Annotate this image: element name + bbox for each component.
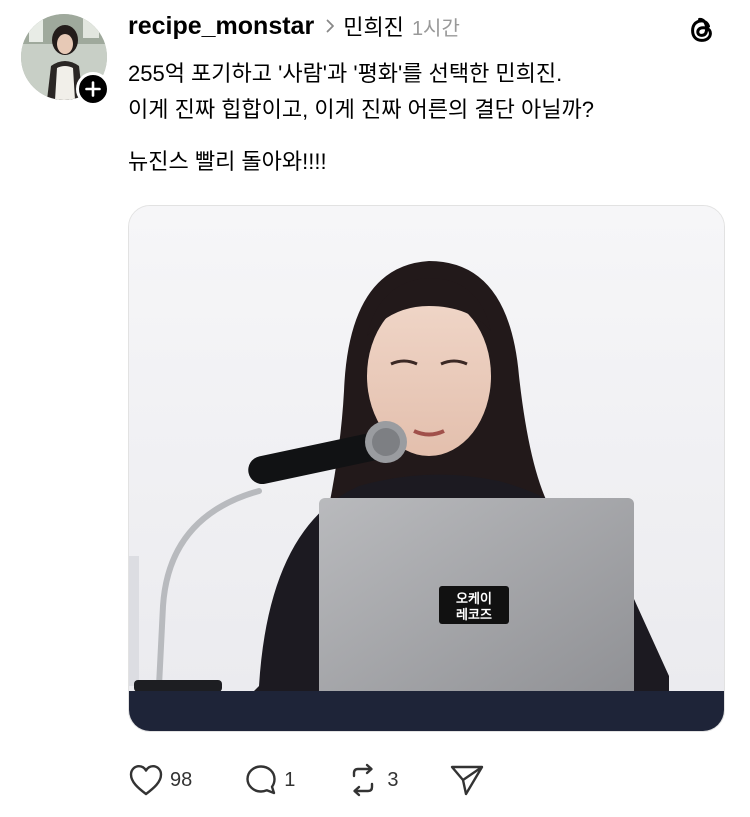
community-tag[interactable]: 민희진 [343,10,404,42]
repost-icon [353,763,374,797]
comment-bubble-icon [246,765,276,795]
share-button[interactable] [449,763,485,797]
like-button[interactable]: 98 [128,763,192,797]
post-text-line: 이게 진짜 힙합이고, 이게 진짜 어른의 결단 아닐까? [128,97,594,122]
chevron-right-icon [326,19,335,33]
action-bar: 98 1 3 [128,758,485,802]
post-text-line: 255억 포기하고 '사람'과 '평화'를 선택한 민희진. [128,61,563,86]
post-image[interactable]: 오케이 레코즈 [128,205,725,732]
post-text: 255억 포기하고 '사람'과 '평화'를 선택한 민희진. 이게 진짜 힙합이… [128,56,728,180]
laptop-sticker-line: 레코즈 [456,608,492,623]
heart-icon [129,765,163,796]
username-link[interactable]: recipe_monstar [128,12,314,41]
post-text-line: 뉴진스 빨리 돌아와!!!! [128,149,327,174]
laptop-sticker-line: 오케이 [456,591,492,607]
comment-button[interactable]: 1 [244,763,295,797]
send-icon [450,765,483,796]
plus-icon [85,81,101,97]
repost-count: 3 [387,768,399,791]
threads-logo-icon[interactable] [684,12,720,48]
post-time: 1시간 [411,17,460,40]
like-count: 98 [170,768,193,791]
post-header: recipe_monstar 민희진 1시간 [128,9,460,43]
comment-count: 1 [284,768,296,791]
repost-button[interactable]: 3 [345,762,399,798]
follow-button[interactable] [76,72,110,106]
